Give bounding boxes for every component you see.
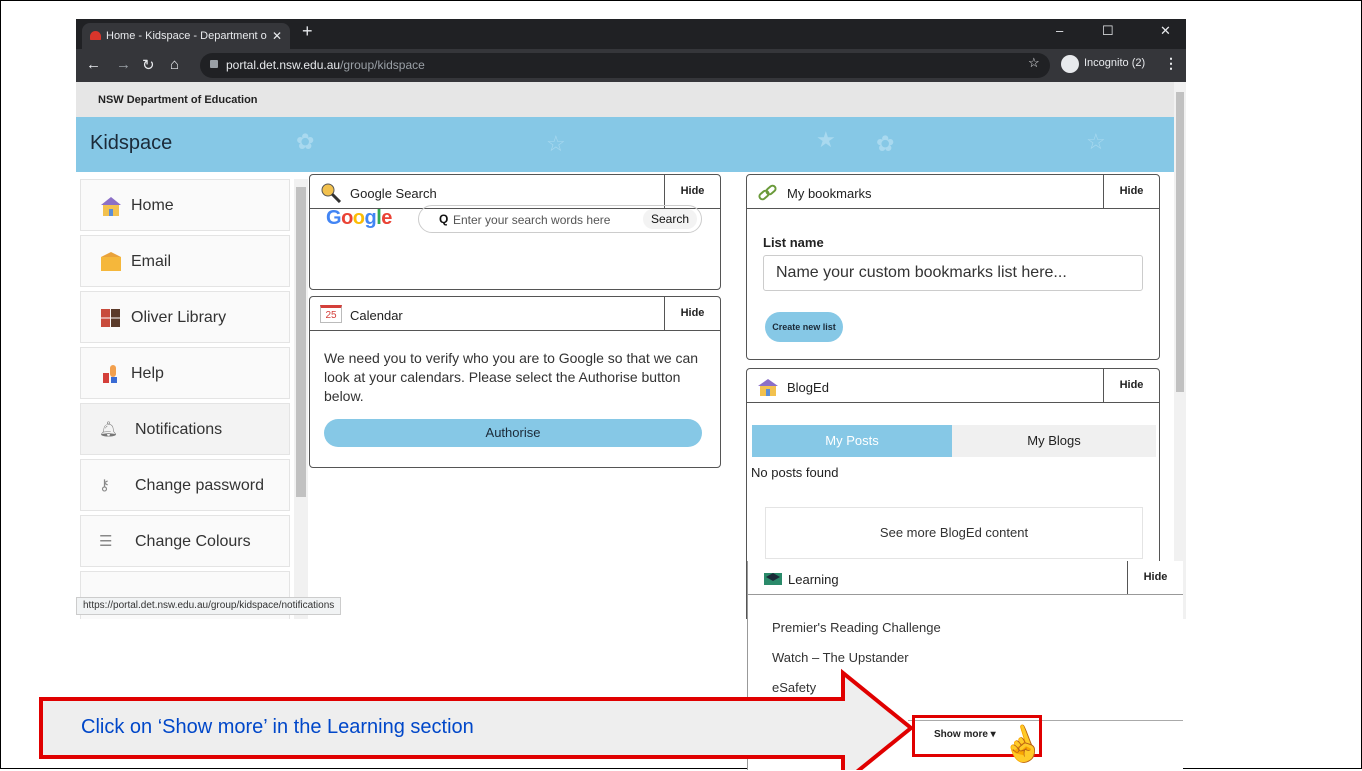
tutorial-arrow	[39, 668, 915, 770]
tutorial-instruction: Click on ‘Show more’ in the Learning sec…	[81, 716, 474, 738]
screenshot-frame: Home - Kidspace - Department o ✕ + – ☐ ✕…	[0, 0, 1362, 770]
